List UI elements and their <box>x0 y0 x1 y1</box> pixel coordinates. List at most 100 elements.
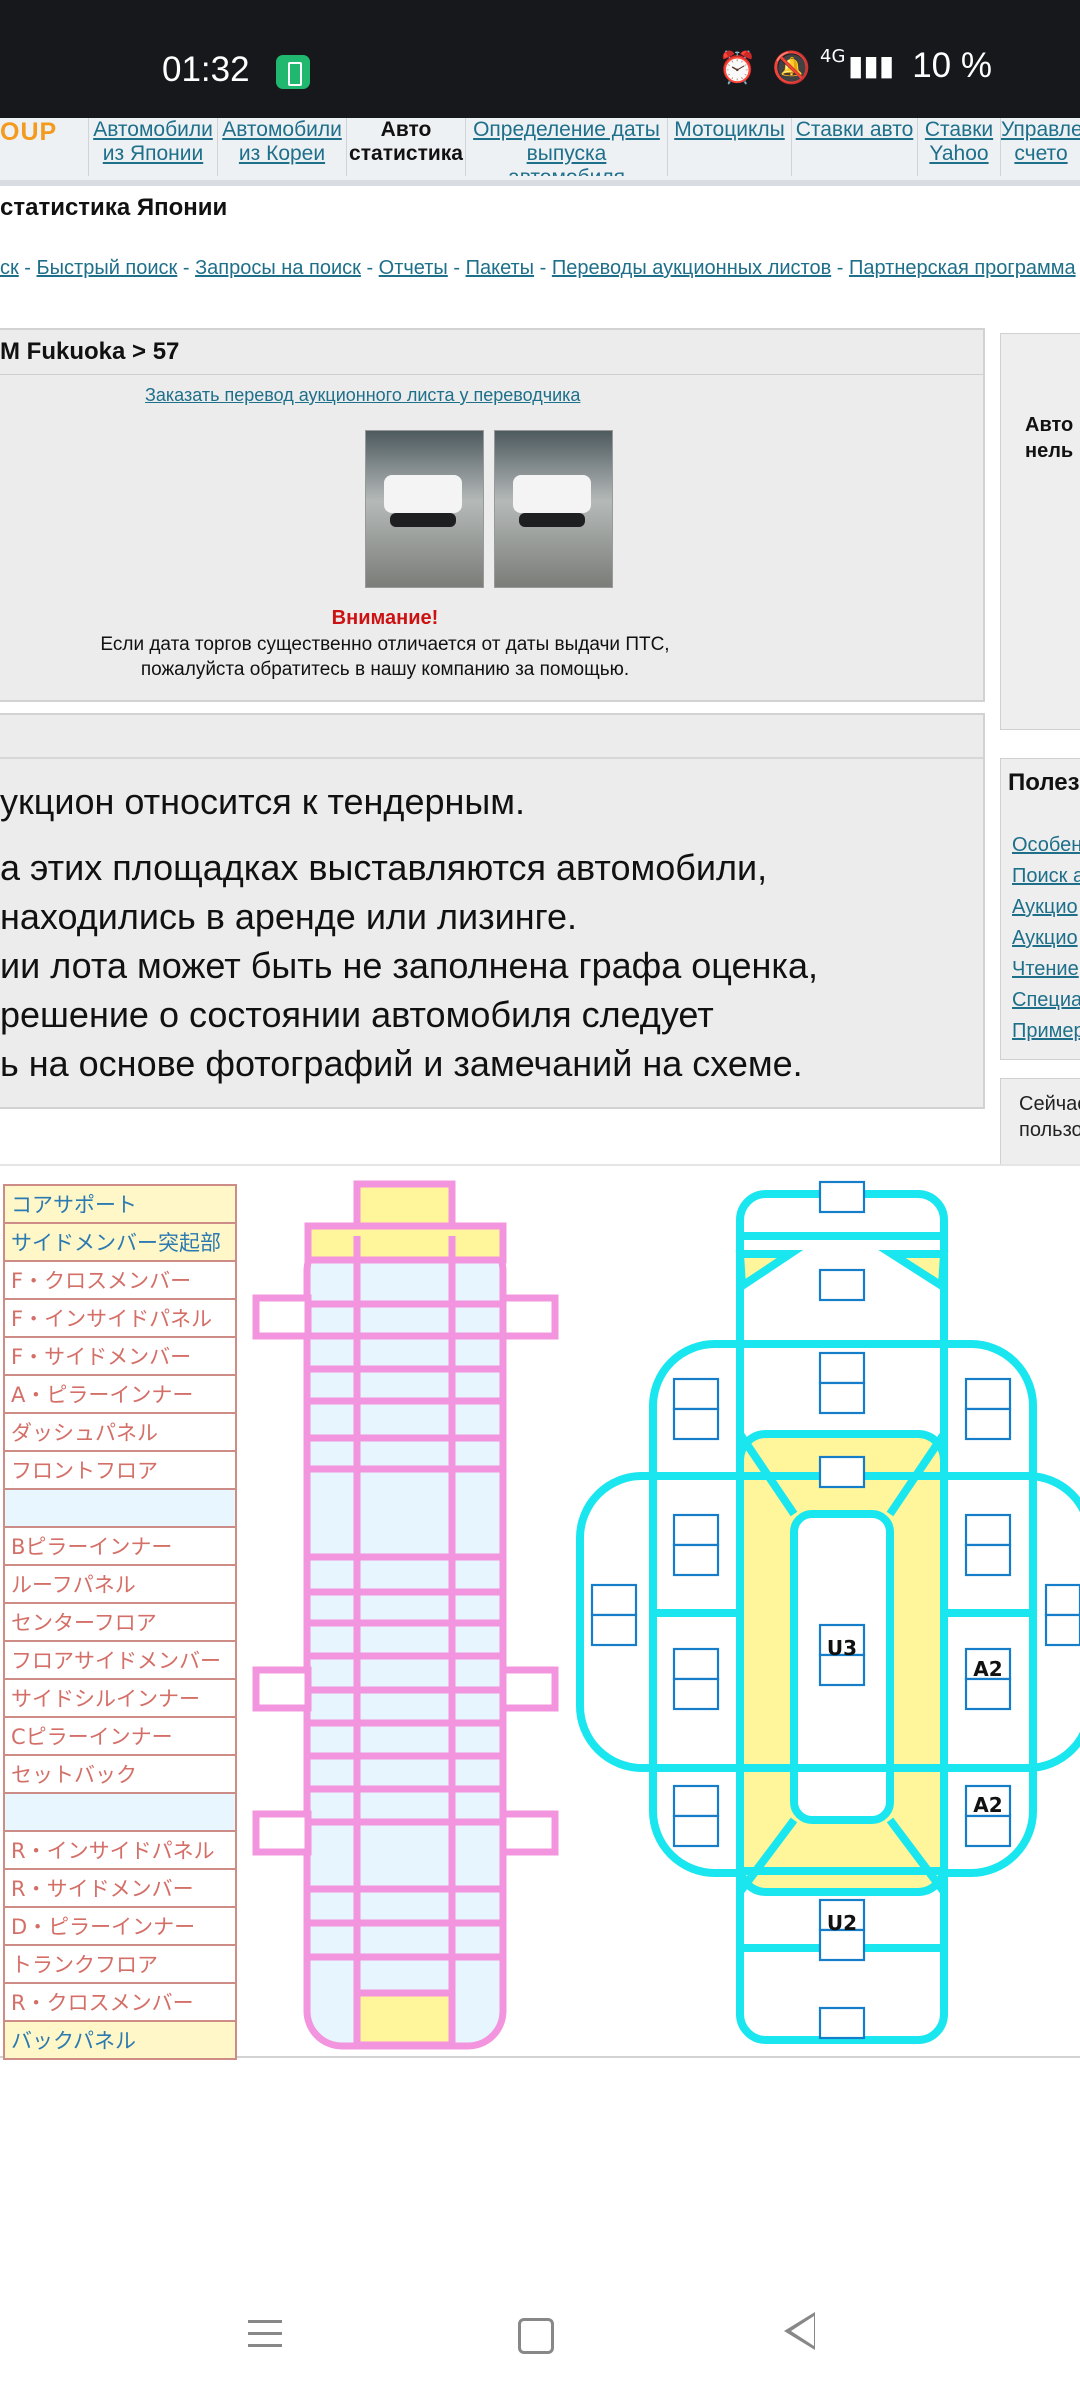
useful-link[interactable]: Специа <box>1012 989 1080 1012</box>
hood-box <box>818 1268 866 1302</box>
link-search-requests[interactable]: Запросы на поиск <box>195 257 361 279</box>
info-line: ии лота может быть не заполнена графа оц… <box>0 945 818 986</box>
info-line: укцион относится к тендерным. <box>0 781 525 822</box>
nav-korea-cars[interactable]: Автомобили из Кореи <box>217 118 346 176</box>
nav-japan-cars[interactable]: Автомобили из Японии <box>88 118 217 176</box>
rear-left-door-box-bottom <box>672 1677 720 1711</box>
back-button-icon[interactable] <box>784 2312 815 2350</box>
network-label: 4G <box>820 46 846 67</box>
front-left-door-box-top <box>672 1513 720 1547</box>
page-title: статистика Японии <box>0 194 228 221</box>
front-left-fender-box-top <box>672 1377 720 1411</box>
front-bumper-box <box>818 1180 866 1214</box>
nav-production-date[interactable]: Определение даты выпуска автомобиля <box>465 118 667 176</box>
frame-diagram <box>252 1180 559 2050</box>
sidebar-auction-text: Авто нель <box>1025 412 1073 464</box>
rear-right-outrigger <box>499 1810 559 1856</box>
android-navigation-bar <box>0 2254 1080 2400</box>
link-auction-translations[interactable]: Переводы аукционных листов <box>552 257 831 279</box>
rear-panel <box>353 1989 456 2049</box>
useful-link[interactable]: Поиск а <box>1012 865 1080 888</box>
middle-right-outrigger <box>499 1666 559 1712</box>
body-panel-diagram: U3 A2 A2 U2 <box>576 1180 1080 2044</box>
site-navigation: OUP Автомобили из Японии Автомобили из К… <box>0 118 1080 186</box>
recent-apps-icon[interactable] <box>248 2316 282 2350</box>
order-translation-link[interactable]: Заказать перевод аукционного листа у пер… <box>145 385 580 406</box>
useful-link[interactable]: Чтение <box>1012 958 1079 981</box>
tender-information: укцион относится к тендерным. а этих пло… <box>0 713 985 1109</box>
car-photo-rear[interactable] <box>494 430 613 588</box>
lot-panel: M Fukuoka > 57 Заказать перевод аукционн… <box>0 328 985 702</box>
auction-damage-diagram: コアサポート サイドメンバー突起部 F・クロスメンバー F・インサイドパネル F… <box>0 1164 1080 2060</box>
nav-yahoo-bids[interactable]: Ставки Yahoo <box>917 118 1000 176</box>
rear-left-door-box-top <box>672 1647 720 1681</box>
front-right-door-box-top <box>964 1513 1012 1547</box>
left-mirror-box-bottom <box>590 1613 638 1647</box>
link-packages[interactable]: Пакеты <box>466 257 534 279</box>
windshield-box-top <box>818 1351 866 1385</box>
status-icons: ⏰ 🔕 4G ▮▮▮ 10 % <box>680 46 1080 94</box>
damage-code-right-top: A2 <box>973 1657 1002 1681</box>
mute-icon: 🔕 <box>772 50 811 86</box>
front-left-outrigger <box>252 1294 312 1340</box>
lot-title: M Fukuoka > 57 <box>0 330 983 375</box>
secondary-links: ск - Быстрый поиск - Запросы на поиск - … <box>0 257 1076 279</box>
status-time: 01:32 <box>162 50 250 89</box>
attention-message-line: пожалуйста обратитесь в нашу компанию за… <box>140 659 630 680</box>
nav-auto-statistics[interactable]: Авто статистика <box>346 118 465 176</box>
rear-left-outrigger <box>252 1810 312 1856</box>
online-users-panel: Сейчас пользо <box>1000 1078 1080 1170</box>
online-users-text: Сейчас пользо <box>1019 1091 1080 1143</box>
nav-motorcycles[interactable]: Мотоциклы <box>667 118 791 176</box>
left-mirror-box-top <box>590 1583 638 1617</box>
link-reports[interactable]: Отчеты <box>379 257 448 279</box>
info-box-header <box>0 715 983 759</box>
link-quick-search[interactable]: Быстрый поиск <box>37 257 178 279</box>
battery-level: 10 % <box>912 46 992 85</box>
sidebar-text-line: Авто <box>1025 414 1074 436</box>
link-search[interactable]: ск <box>0 257 19 279</box>
info-line: ь на основе фотографий и замечаний на сх… <box>0 1043 803 1084</box>
sidebar-auction-panel: Авто нель <box>1000 333 1080 730</box>
front-right-fender-box-top <box>964 1377 1012 1411</box>
damage-code-center: U3 <box>827 1636 857 1660</box>
attention-message: Если дата торгов существенно отличается … <box>0 632 770 682</box>
useful-link[interactable]: Особен <box>1012 834 1080 857</box>
rear-left-quarter-box-top <box>672 1784 720 1818</box>
nav-auto-bids[interactable]: Ставки авто <box>791 118 917 176</box>
useful-links-panel: Полез Особен Поиск а Аукцио Аукцио Чтени… <box>1000 758 1080 1060</box>
attention-label: Внимание! <box>331 607 439 629</box>
rear-bumper-box <box>818 2006 866 2040</box>
damage-code-rear: U2 <box>827 1911 857 1935</box>
vehicle-diagram-svg: U3 A2 A2 U2 <box>252 1180 1080 2050</box>
roof-front-box <box>818 1455 866 1489</box>
nav-account-management[interactable]: Управле счето <box>1000 118 1080 176</box>
status-bar: 01:32 ⏰ 🔕 4G ▮▮▮ 10 % <box>0 0 1080 118</box>
windshield-box-bottom <box>818 1381 866 1415</box>
front-right-fender-box-bottom <box>964 1407 1012 1441</box>
site-logo[interactable]: OUP <box>0 118 57 147</box>
signal-icon: ▮▮▮ <box>848 49 895 82</box>
front-left-fender-box-bottom <box>672 1407 720 1441</box>
middle-left-outrigger <box>252 1666 312 1712</box>
online-users-line: Сейчас <box>1019 1093 1080 1115</box>
info-line: находились в аренде или лизинге. <box>0 896 578 937</box>
home-button-icon[interactable] <box>518 2318 554 2354</box>
info-line: решение о состоянии автомобиля следует <box>0 994 714 1035</box>
useful-links-title: Полез <box>1008 769 1080 796</box>
damage-code-right-bottom: A2 <box>973 1793 1002 1817</box>
info-line: а этих площадках выставляются автомобили… <box>0 847 768 888</box>
useful-link[interactable]: Пример <box>1012 1020 1080 1043</box>
right-mirror-box-top <box>1044 1583 1080 1617</box>
car-photo-front[interactable] <box>365 430 484 588</box>
right-mirror-box-bottom <box>1044 1613 1080 1647</box>
rear-left-quarter-box-bottom <box>672 1814 720 1848</box>
attention-message-line: Если дата торгов существенно отличается … <box>100 634 670 655</box>
front-right-outrigger <box>499 1294 559 1340</box>
link-partner-program[interactable]: Партнерская программа <box>849 257 1076 279</box>
useful-link[interactable]: Аукцио <box>1012 896 1078 919</box>
alarm-icon: ⏰ <box>718 50 757 86</box>
useful-link[interactable]: Аукцио <box>1012 927 1078 950</box>
front-right-door-box-bottom <box>964 1543 1012 1577</box>
rear-right-quarter-box-bottom <box>964 1814 1012 1848</box>
